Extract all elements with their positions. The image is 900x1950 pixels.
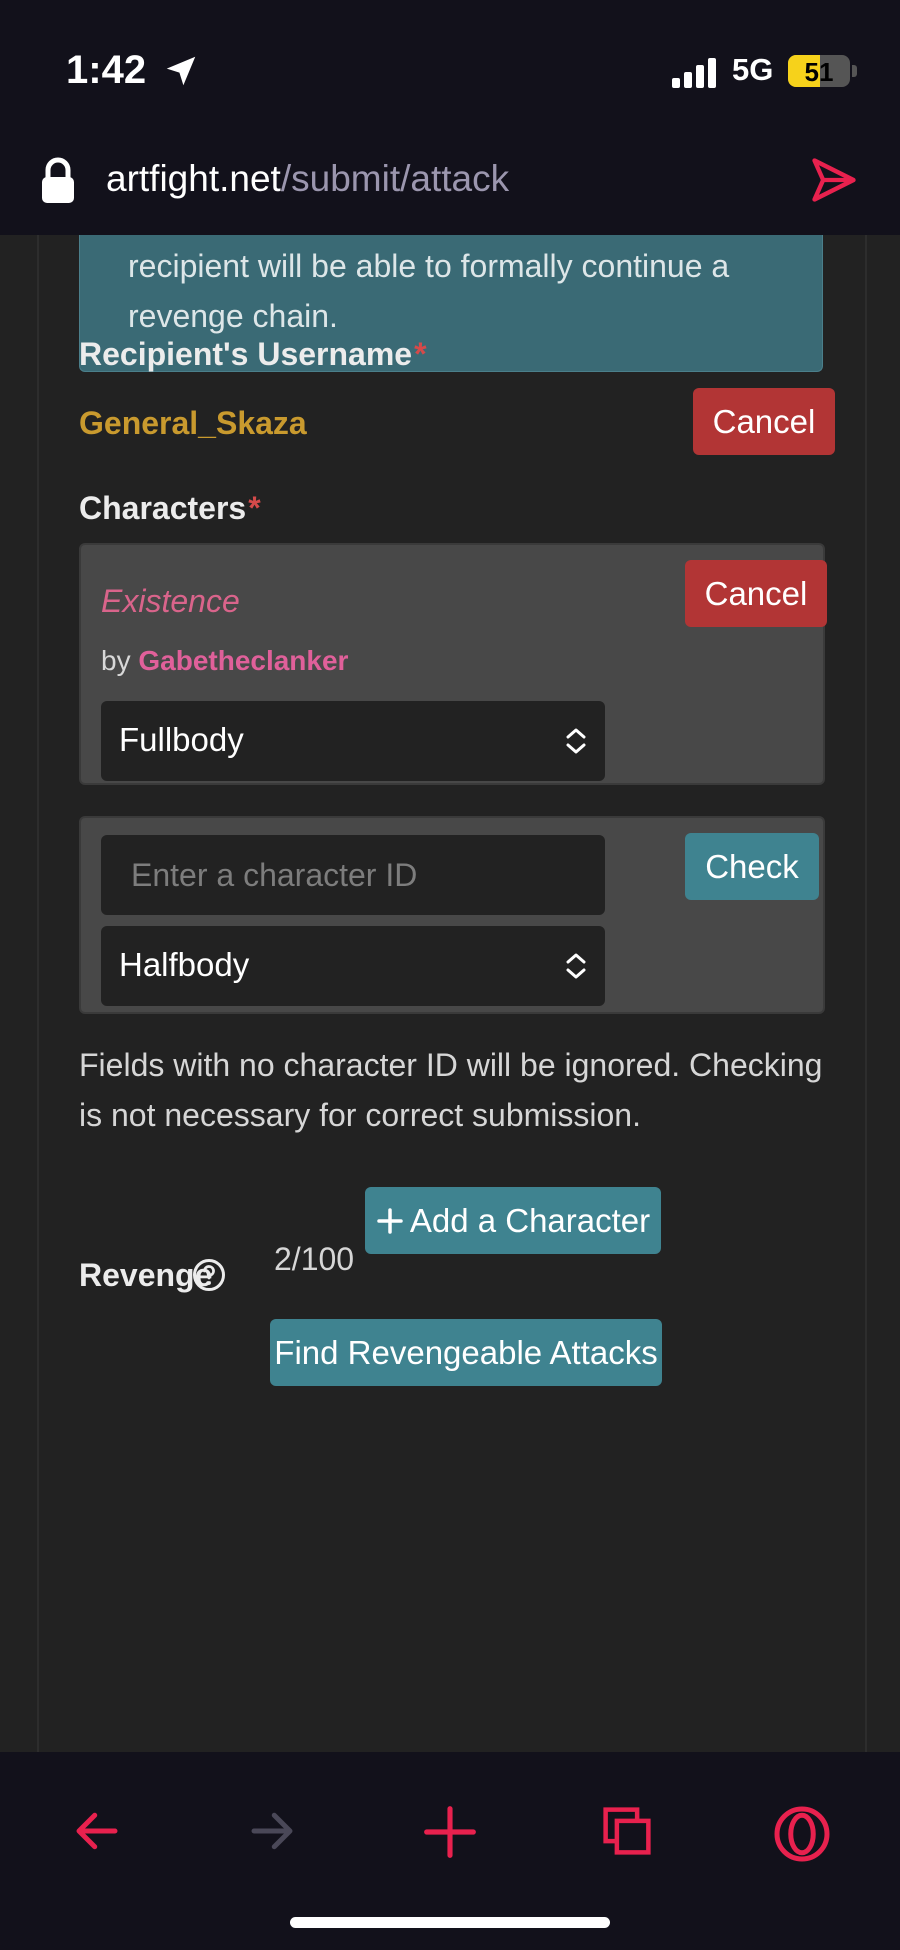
character-entry-card: Check Halfbody bbox=[79, 816, 825, 1014]
required-mark: * bbox=[248, 490, 261, 526]
home-indicator[interactable] bbox=[290, 1917, 610, 1928]
check-button[interactable]: Check bbox=[685, 833, 819, 900]
characters-label: Characters* bbox=[79, 490, 261, 527]
url-bar[interactable]: artfight.net/submit/attack bbox=[0, 140, 900, 235]
required-mark: * bbox=[414, 336, 427, 372]
characters-label-text: Characters bbox=[79, 490, 247, 526]
add-character-button[interactable]: Add a Character bbox=[365, 1187, 661, 1254]
tabs-icon[interactable] bbox=[600, 1804, 654, 1858]
select-value: Halfbody bbox=[119, 946, 250, 983]
send-icon[interactable] bbox=[808, 154, 860, 206]
url-host: artfight.net bbox=[106, 158, 281, 199]
characters-note: Fields with no character ID will be igno… bbox=[79, 1047, 823, 1133]
lock-icon bbox=[42, 157, 74, 203]
character-card: Existence by Gabetheclanker Cancel Fullb… bbox=[79, 543, 827, 785]
chevron-updown-icon bbox=[566, 728, 586, 754]
by-prefix: by bbox=[101, 645, 131, 676]
character-type-select[interactable]: Fullbody bbox=[101, 701, 605, 781]
forward-arrow-icon[interactable] bbox=[245, 1804, 299, 1858]
help-icon[interactable] bbox=[192, 1258, 226, 1292]
url-path: /submit/attack bbox=[280, 158, 510, 199]
character-name[interactable]: Existence bbox=[101, 583, 240, 620]
signal-icon bbox=[672, 58, 720, 88]
status-time: 1:42 bbox=[66, 48, 147, 92]
battery-tip bbox=[852, 65, 857, 77]
character-count: 2/100 bbox=[274, 1241, 355, 1277]
recipient-label: Recipient's Username* bbox=[79, 336, 427, 373]
status-bar: 1:42 5G 51 bbox=[0, 0, 900, 140]
browser-toolbar bbox=[0, 1752, 900, 1950]
new-tab-plus-icon[interactable] bbox=[422, 1804, 478, 1860]
recipient-username[interactable]: General_Skaza bbox=[79, 405, 307, 442]
info-text: recipient will be able to formally conti… bbox=[128, 248, 730, 334]
battery-percent: 51 bbox=[804, 57, 834, 87]
character-cancel-button[interactable]: Cancel bbox=[685, 560, 827, 627]
chevron-updown-icon bbox=[566, 953, 586, 979]
add-character-label: Add a Character bbox=[409, 1201, 651, 1239]
recipient-cancel-button[interactable]: Cancel bbox=[693, 388, 835, 455]
recipient-label-text: Recipient's Username bbox=[79, 336, 413, 372]
character-owner: by Gabetheclanker bbox=[101, 645, 348, 677]
find-revengeable-attacks-button[interactable]: Find Revengeable Attacks bbox=[270, 1319, 662, 1386]
character-id-input[interactable] bbox=[101, 835, 605, 915]
character-type-select[interactable]: Halfbody bbox=[101, 926, 605, 1006]
opera-icon[interactable] bbox=[772, 1804, 832, 1864]
page-content: recipient will be able to formally conti… bbox=[37, 235, 867, 1755]
plus-icon bbox=[377, 1207, 403, 1234]
network-type: 5G bbox=[732, 52, 774, 87]
select-value: Fullbody bbox=[119, 721, 244, 758]
battery-icon: 51 bbox=[788, 55, 850, 87]
back-arrow-icon[interactable] bbox=[70, 1804, 124, 1858]
location-arrow-icon bbox=[166, 56, 196, 86]
owner-link[interactable]: Gabetheclanker bbox=[138, 645, 348, 676]
url-text[interactable]: artfight.net/submit/attack bbox=[106, 158, 509, 200]
